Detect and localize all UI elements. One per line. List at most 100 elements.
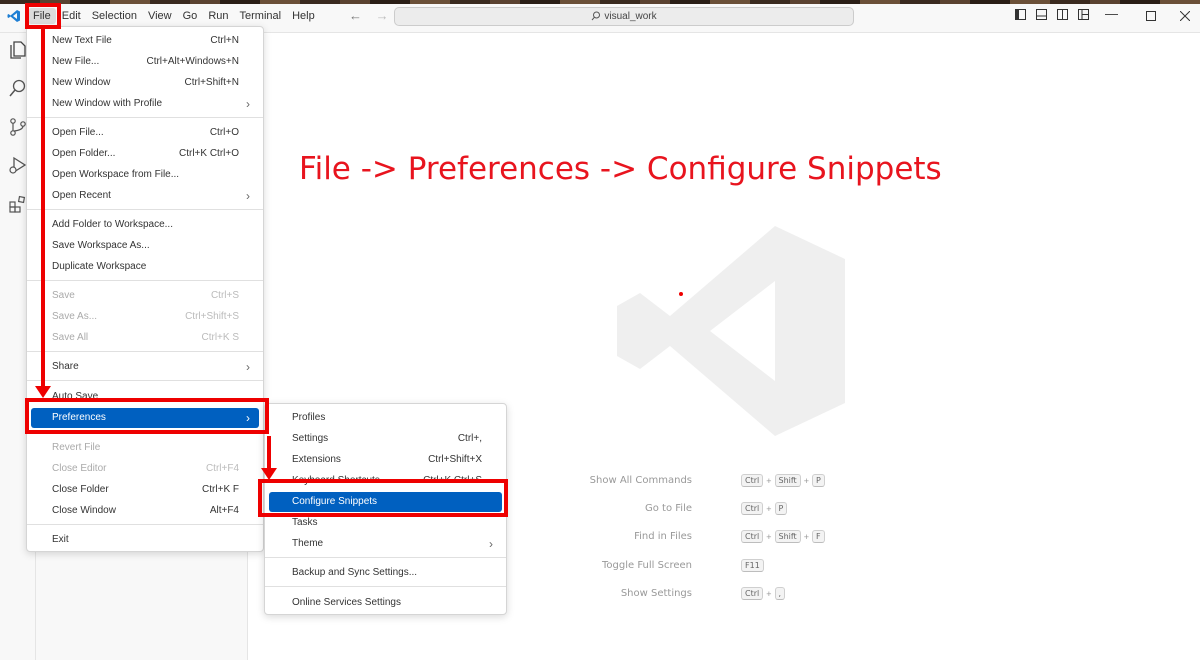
menu-separator xyxy=(27,351,263,352)
menu-item-extensions[interactable]: Extensions Ctrl+Shift+X xyxy=(269,450,502,470)
menu-item-label: Open Folder... xyxy=(52,148,116,159)
menu-item-save-workspace-as[interactable]: Save Workspace As... xyxy=(31,236,259,256)
key: P xyxy=(774,502,788,515)
menu-separator xyxy=(265,586,506,587)
menu-item-new-window-with-profile[interactable]: New Window with Profile › xyxy=(31,94,259,114)
menu-item-shortcut: Ctrl+Shift+N xyxy=(184,77,239,88)
menu-item-open-recent[interactable]: Open Recent › xyxy=(31,186,259,206)
menu-item-label: Close Folder xyxy=(52,484,109,495)
close-icon[interactable] xyxy=(1180,11,1190,21)
chevron-right-icon: › xyxy=(246,360,250,374)
explorer-icon[interactable] xyxy=(8,40,28,60)
forward-arrow-icon[interactable]: → xyxy=(376,8,389,23)
menu-help[interactable]: Help xyxy=(287,8,320,24)
source-control-icon[interactable] xyxy=(8,117,28,137)
menu-item-shortcut: Ctrl+O xyxy=(209,127,239,138)
menu-view[interactable]: View xyxy=(143,8,177,24)
menu-item-label: Extensions xyxy=(292,454,341,465)
menu-item-close-editor: Close Editor Ctrl+F4 xyxy=(31,459,259,479)
menu-item-label: New Window xyxy=(52,77,111,88)
menu-item-shortcut: Ctrl+K Ctrl+O xyxy=(178,148,239,159)
menu-go[interactable]: Go xyxy=(178,8,203,24)
menu-item-duplicate-workspace[interactable]: Duplicate Workspace xyxy=(31,257,259,277)
annotation-arrow-head-icon xyxy=(35,386,51,398)
shortcut-keys: Ctrl + Shift + P xyxy=(741,474,825,487)
key: F xyxy=(811,530,825,543)
menu-item-label: Backup and Sync Settings... xyxy=(292,567,418,578)
layout-controls xyxy=(1015,9,1099,20)
menu-item-add-folder[interactable]: Add Folder to Workspace... xyxy=(31,215,259,235)
annotation-box-preferences xyxy=(25,398,269,434)
menu-item-shortcut: Alt+F4 xyxy=(209,505,239,516)
menu-item-label: Revert File xyxy=(52,442,101,453)
shortcut-label: Go to File xyxy=(645,503,692,514)
menu-item-shortcut: Ctrl+F4 xyxy=(205,463,239,474)
menu-item-new-file[interactable]: New File... Ctrl+Alt+Windows+N xyxy=(31,52,259,72)
menu-item-close-folder[interactable]: Close Folder Ctrl+K F xyxy=(31,480,259,500)
key: P xyxy=(811,474,825,487)
menu-item-open-workspace[interactable]: Open Workspace from File... xyxy=(31,165,259,185)
search-icon[interactable] xyxy=(8,78,28,98)
search-icon xyxy=(592,11,601,21)
menu-item-shortcut: Ctrl+S xyxy=(210,290,239,301)
toggle-secondary-sidebar-icon[interactable] xyxy=(1057,9,1068,20)
menu-item-share[interactable]: Share › xyxy=(31,357,259,377)
toggle-panel-icon[interactable] xyxy=(1036,9,1047,20)
menu-item-label: Exit xyxy=(52,534,69,545)
key: Ctrl xyxy=(741,502,764,515)
menu-item-label: Open File... xyxy=(52,127,104,138)
menu-item-backup-sync[interactable]: Backup and Sync Settings... xyxy=(269,563,502,583)
key: Shift xyxy=(774,474,801,487)
shortcut-row[interactable]: Toggle Full Screen F11 xyxy=(560,559,900,575)
menu-terminal[interactable]: Terminal xyxy=(235,8,287,24)
key: Ctrl xyxy=(741,530,764,543)
menu-item-label: Save As... xyxy=(52,311,98,322)
menu-item-close-window[interactable]: Close Window Alt+F4 xyxy=(31,501,259,521)
shortcut-row[interactable]: Go to File Ctrl + P xyxy=(560,502,900,518)
menu-item-open-folder[interactable]: Open Folder... Ctrl+K Ctrl+O xyxy=(31,144,259,164)
extensions-icon[interactable] xyxy=(8,194,28,214)
shortcut-keys: Ctrl + , xyxy=(741,587,786,600)
menu-item-new-window[interactable]: New Window Ctrl+Shift+N xyxy=(31,73,259,93)
key: , xyxy=(774,587,786,600)
back-arrow-icon[interactable]: ← xyxy=(349,8,362,23)
menu-item-shortcut: Ctrl+Shift+X xyxy=(428,454,482,465)
menu-item-shortcut: Ctrl+Alt+Windows+N xyxy=(146,56,239,67)
run-debug-icon[interactable] xyxy=(8,155,28,175)
minimize-icon[interactable]: — xyxy=(1105,6,1118,21)
menu-item-profiles[interactable]: Profiles xyxy=(269,408,502,428)
menu-separator xyxy=(27,117,263,118)
menu-item-label: Save All xyxy=(52,332,89,343)
menu-selection[interactable]: Selection xyxy=(87,8,142,24)
menu-item-exit[interactable]: Exit xyxy=(31,530,259,550)
menu-item-label: Add Folder to Workspace... xyxy=(52,219,173,230)
menu-item-label: Tasks xyxy=(292,517,318,528)
vscode-logo-icon[interactable] xyxy=(7,9,21,23)
shortcut-row[interactable]: Find in Files Ctrl + Shift + F xyxy=(560,530,900,546)
shortcut-row[interactable]: Show Settings Ctrl + , xyxy=(560,587,900,603)
menu-item-label: Save Workspace As... xyxy=(52,240,150,251)
menu-item-open-file[interactable]: Open File... Ctrl+O xyxy=(31,123,259,143)
chevron-right-icon: › xyxy=(246,189,250,203)
menu-item-settings[interactable]: Settings Ctrl+, xyxy=(269,429,502,449)
menu-item-theme[interactable]: Theme › xyxy=(269,534,502,554)
annotation-arrow-line xyxy=(41,29,45,389)
menu-item-label: Close Editor xyxy=(52,463,107,474)
customize-layout-icon[interactable] xyxy=(1078,9,1089,20)
command-center-search[interactable]: visual_work xyxy=(394,7,854,26)
menu-item-save: Save Ctrl+S xyxy=(31,286,259,306)
menu-item-new-text-file[interactable]: New Text File Ctrl+N xyxy=(31,31,259,51)
menu-item-label: Save xyxy=(52,290,75,301)
menu-item-online-services[interactable]: Online Services Settings xyxy=(269,593,502,613)
menu-run[interactable]: Run xyxy=(203,8,233,24)
vscode-watermark-logo xyxy=(617,226,845,436)
maximize-icon[interactable] xyxy=(1146,11,1156,21)
shortcut-row[interactable]: Show All Commands Ctrl + Shift + P xyxy=(560,474,900,490)
workspace-name: visual_work xyxy=(604,11,657,22)
menu-item-label: Open Recent xyxy=(52,190,111,201)
menu-item-save-all: Save All Ctrl+K S xyxy=(31,328,259,348)
menu-separator xyxy=(27,280,263,281)
menu-item-label: New File... xyxy=(52,56,100,67)
toggle-primary-sidebar-icon[interactable] xyxy=(1015,9,1026,20)
menu-edit[interactable]: Edit xyxy=(57,8,86,24)
